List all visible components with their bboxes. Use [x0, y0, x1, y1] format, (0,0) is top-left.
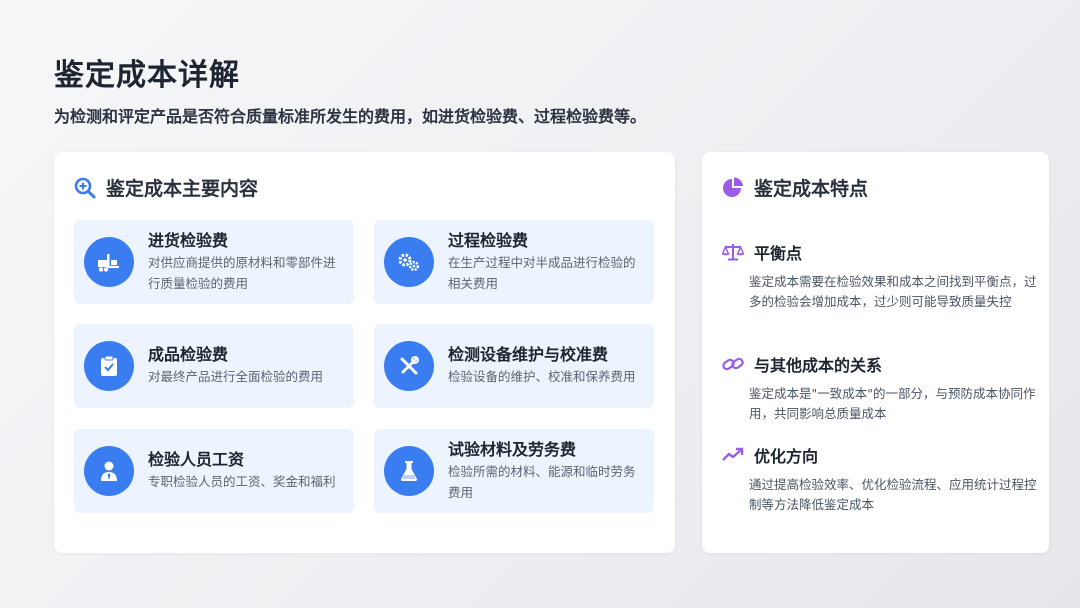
content-item: 检验人员工资 专职检验人员的工资、奖金和福利 — [74, 429, 354, 513]
feature-block: 与其他成本的关系 鉴定成本是"一致成本"的一部分，与预防成本协同作用，共同影响总… — [722, 352, 1037, 424]
feature-desc: 鉴定成本是"一致成本"的一部分，与预防成本协同作用，共同影响总质量成本 — [749, 386, 1036, 421]
content-item: 检测设备维护与校准费 检验设备的维护、校准和保养费用 — [374, 324, 654, 408]
feature-desc: 通过提高检验效率、优化检验流程、应用统计过程控制等方法降低鉴定成本 — [749, 477, 1037, 512]
item-title: 检测设备维护与校准费 — [448, 345, 609, 364]
main-content-card: 鉴定成本主要内容 进货检验费 对供应商提供的原材料和零部件进行质量检验的费用 过… — [54, 152, 675, 553]
item-desc: 专职检验人员的工资、奖金和福利 — [148, 474, 336, 489]
item-desc: 对供应商提供的原材料和零部件进行质量检验的费用 — [148, 254, 336, 291]
forklift-icon — [84, 237, 134, 287]
feature-block: 优化方向 通过提高检验效率、优化检验流程、应用统计过程控制等方法降低鉴定成本 — [722, 443, 1037, 515]
page-subtitle: 为检测和评定产品是否符合质量标准所发生的费用，如进货检验费、过程检验费等。 — [54, 107, 647, 126]
trend-up-icon — [722, 445, 744, 465]
flask-icon — [384, 446, 434, 496]
content-item: 试验材料及劳务费 检验所需的材料、能源和临时劳务费用 — [374, 429, 654, 513]
item-title: 试验材料及劳务费 — [448, 439, 577, 459]
content-item: 过程检验费 在生产过程中对半成品进行检验的相关费用 — [374, 220, 654, 304]
clipboard-check-icon — [84, 341, 134, 391]
main-content-title: 鉴定成本主要内容 — [106, 178, 259, 200]
feature-block: 平衡点 鉴定成本需要在检验效果和成本之间找到平衡点，过多的检验会增加成本，过少则… — [722, 240, 1037, 312]
item-desc: 检验所需的材料、能源和临时劳务费用 — [448, 463, 636, 500]
content-item: 成品检验费 对最终产品进行全面检验的费用 — [74, 324, 354, 408]
main-content-header: 鉴定成本主要内容 — [74, 174, 258, 201]
item-desc: 检验设备的维护、校准和保养费用 — [448, 369, 636, 384]
page-title: 鉴定成本详解 — [54, 58, 240, 93]
user-tie-icon — [84, 446, 134, 496]
feature-desc: 鉴定成本需要在检验效果和成本之间找到平衡点，过多的检验会增加成本，过少则可能导致… — [749, 274, 1037, 309]
feature-title: 与其他成本的关系 — [754, 356, 883, 375]
features-card: 鉴定成本特点 平衡点 鉴定成本需要在检验效果和成本之间找到平衡点，过多的检验会增… — [702, 152, 1049, 553]
pie-chart-icon — [722, 176, 744, 199]
scale-icon — [722, 242, 744, 262]
features-header: 鉴定成本特点 — [722, 174, 868, 201]
content-item: 进货检验费 对供应商提供的原材料和零部件进行质量检验的费用 — [74, 220, 354, 304]
feature-title: 平衡点 — [754, 244, 803, 263]
tools-icon — [384, 341, 434, 391]
item-desc: 在生产过程中对半成品进行检验的相关费用 — [448, 254, 636, 291]
item-title: 进货检验费 — [148, 230, 229, 250]
gears-icon — [384, 237, 434, 287]
link-icon — [722, 354, 744, 374]
search-plus-icon — [74, 177, 96, 199]
features-title: 鉴定成本特点 — [754, 178, 869, 200]
item-title: 过程检验费 — [448, 230, 529, 250]
feature-title: 优化方向 — [754, 447, 819, 466]
item-title: 成品检验费 — [148, 345, 229, 364]
item-desc: 对最终产品进行全面检验的费用 — [148, 369, 324, 384]
item-title: 检验人员工资 — [148, 450, 245, 469]
